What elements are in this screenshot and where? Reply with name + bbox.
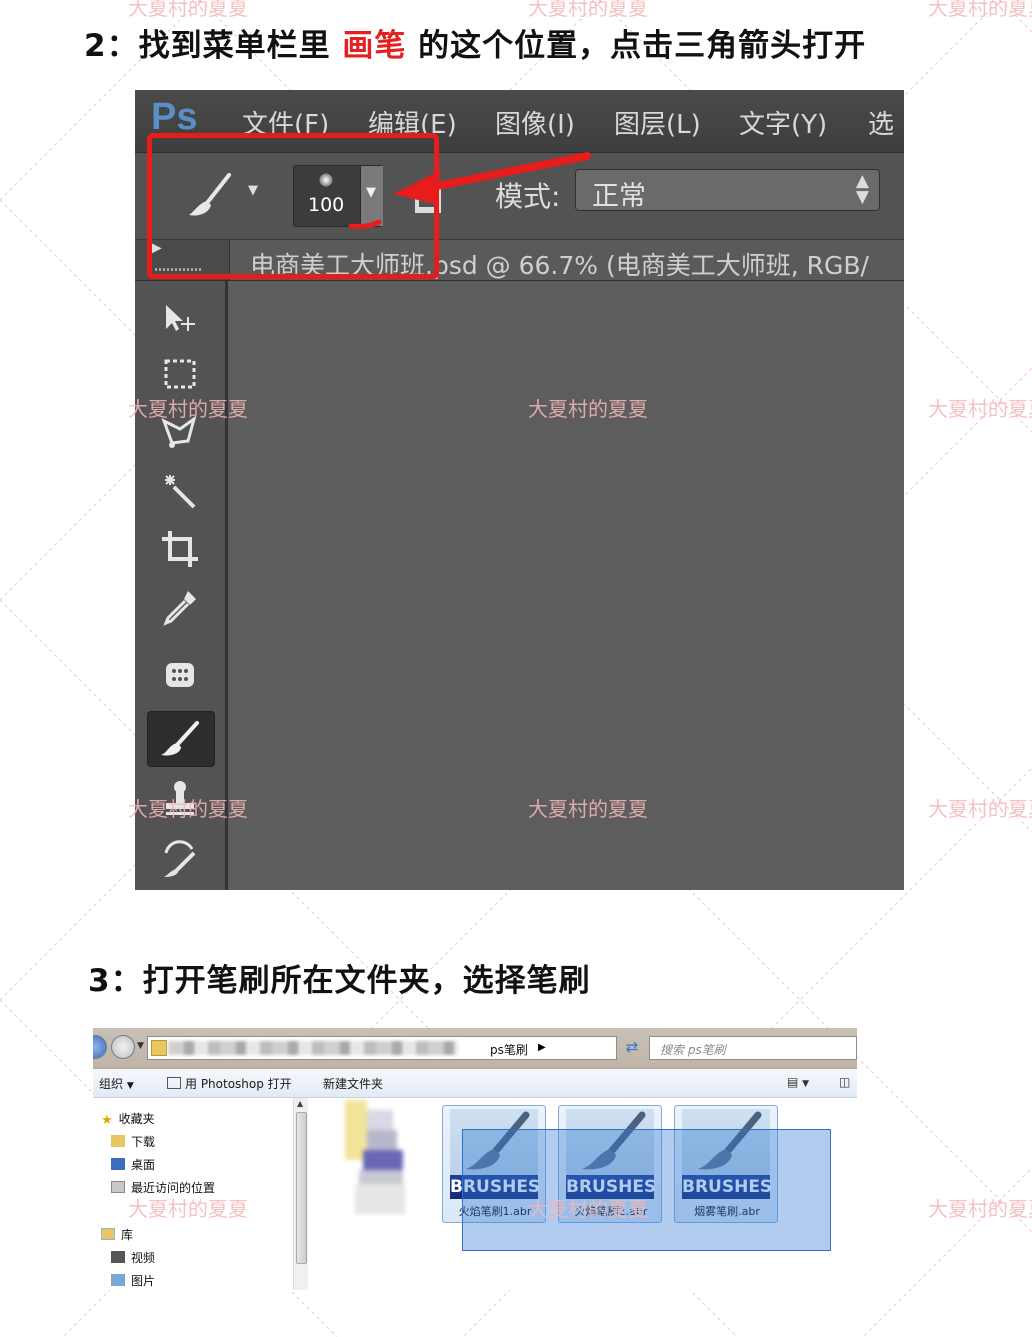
tools-panel: [135, 281, 228, 890]
back-button[interactable]: [93, 1035, 107, 1059]
nav-downloads[interactable]: 下载: [111, 1133, 155, 1150]
history-brush-tool-icon[interactable]: [147, 835, 213, 883]
updown-arrows-icon: ▲ ▼: [855, 171, 869, 207]
brush-tool-icon[interactable]: [147, 711, 215, 767]
step-2-prefix: 2：找到菜单栏里: [84, 28, 343, 64]
command-bar: 组织 ▼ 用 Photoshop 打开 新建文件夹 ▤ ▼ ◫: [93, 1069, 857, 1098]
canvas-area[interactable]: [229, 281, 904, 890]
nav-pictures[interactable]: 图片: [111, 1272, 155, 1289]
open-with-photoshop-button[interactable]: 用 Photoshop 打开: [167, 1075, 292, 1092]
step-2-highlight: 画笔: [342, 28, 407, 64]
address-bar-row: ▼ ps笔刷 ▶ ▼ ⇄ 搜索 ps笔刷: [93, 1028, 857, 1069]
nav-pictures-label: 图片: [131, 1274, 156, 1288]
lasso-tool-icon[interactable]: [147, 409, 213, 457]
nav-downloads-label: 下载: [131, 1135, 156, 1149]
nav-favorites-label: 收藏夹: [118, 1112, 155, 1126]
chevron-down-icon: ▼: [126, 1081, 134, 1091]
pictures-icon: [111, 1274, 125, 1286]
nav-recent-label: 最近访问的位置: [131, 1181, 216, 1195]
nav-videos-label: 视频: [131, 1251, 156, 1265]
crop-tool-icon[interactable]: [147, 525, 213, 573]
nav-favorites[interactable]: ★ 收藏夹: [101, 1110, 155, 1128]
nav-libraries[interactable]: 库: [101, 1226, 133, 1243]
watermark: 大夏村的夏夏: [928, 1197, 1032, 1221]
address-current-folder: ps笔刷: [490, 1043, 528, 1057]
chevron-right-icon: ▶: [538, 1042, 546, 1053]
watermark: 大夏村的夏夏: [928, 797, 1032, 821]
nav-libraries-label: 库: [121, 1228, 134, 1242]
move-tool-icon[interactable]: [147, 295, 213, 343]
nav-scrollbar[interactable]: ▲: [293, 1098, 308, 1290]
desktop-icon: [111, 1158, 125, 1170]
mode-label: 模式:: [495, 180, 561, 213]
search-placeholder: 搜索 ps笔刷: [660, 1043, 726, 1057]
videos-icon: [111, 1251, 125, 1263]
view-options-icon[interactable]: ▤ ▼: [787, 1075, 809, 1089]
scroll-up-icon[interactable]: ▲: [297, 1099, 303, 1108]
downloads-folder-icon: [111, 1135, 125, 1147]
preview-pane-icon[interactable]: ◫: [839, 1075, 850, 1089]
watermark: 大夏村的夏夏: [528, 0, 648, 20]
nav-videos[interactable]: 视频: [111, 1249, 155, 1266]
folder-icon: [151, 1040, 167, 1056]
explorer-screenshot: ▼ ps笔刷 ▶ ▼ ⇄ 搜索 ps笔刷 组织 ▼ 用 Photoshop 打开…: [93, 1028, 857, 1290]
address-box[interactable]: ps笔刷 ▶ ▼: [147, 1036, 664, 1060]
recent-places-icon: [111, 1181, 125, 1193]
organize-button[interactable]: 组织 ▼: [99, 1075, 134, 1092]
navigation-pane: ★ 收藏夹 下载 桌面 最近访问的位置 库 视频 图片: [93, 1098, 293, 1290]
eyedropper-tool-icon[interactable]: [147, 583, 213, 631]
open-with-label: 用 Photoshop 打开: [185, 1077, 292, 1091]
scrollbar-thumb[interactable]: [296, 1112, 307, 1264]
blurred-file-icon: [345, 1100, 405, 1214]
watermark: 大夏村的夏夏: [928, 397, 1032, 421]
window-icon: [167, 1077, 181, 1089]
forward-button[interactable]: [111, 1035, 135, 1059]
organize-label: 组织: [99, 1077, 124, 1091]
new-folder-button[interactable]: 新建文件夹: [323, 1075, 383, 1092]
stamp-tool-icon[interactable]: [147, 775, 213, 823]
watermark: 大夏村的夏夏: [128, 0, 248, 20]
nav-desktop[interactable]: 桌面: [111, 1156, 155, 1173]
nav-desktop-label: 桌面: [131, 1158, 156, 1172]
chevron-down-icon[interactable]: ▼: [137, 1041, 144, 1051]
menu-layer[interactable]: 图层(L): [614, 104, 701, 141]
menu-select[interactable]: 选: [868, 104, 894, 141]
blend-mode-select[interactable]: 正常 ▲ ▼: [575, 169, 880, 212]
blend-mode-value: 正常: [592, 181, 646, 212]
healing-tool-icon[interactable]: [147, 651, 213, 699]
menu-image[interactable]: 图像(I): [495, 104, 575, 141]
selection-rectangle: [462, 1129, 831, 1251]
search-input[interactable]: 搜索 ps笔刷: [649, 1036, 857, 1060]
menu-type[interactable]: 文字(Y): [739, 104, 827, 141]
watermark: 大夏村的夏夏: [928, 0, 1032, 20]
star-icon: ★: [101, 1113, 113, 1128]
step-2-suffix: 的这个位置，点击三角箭头打开: [406, 28, 867, 64]
magic-wand-tool-icon[interactable]: [147, 467, 213, 515]
highlight-box: [147, 133, 439, 279]
step-2-title: 2：找到菜单栏里 画笔 的这个位置，点击三角箭头打开: [84, 20, 866, 65]
libraries-icon: [101, 1228, 115, 1240]
blurred-path: [168, 1041, 458, 1055]
nav-recent[interactable]: 最近访问的位置: [111, 1179, 215, 1196]
photoshop-screenshot: Ps 文件(F) 编辑(E) 图像(I) 图层(L) 文字(Y) 选 ▼ 100…: [135, 90, 904, 890]
marquee-tool-icon[interactable]: [147, 351, 213, 399]
refresh-icon[interactable]: ⇄: [621, 1036, 643, 1060]
step-3-title: 3：打开笔刷所在文件夹，选择笔刷: [88, 963, 591, 999]
